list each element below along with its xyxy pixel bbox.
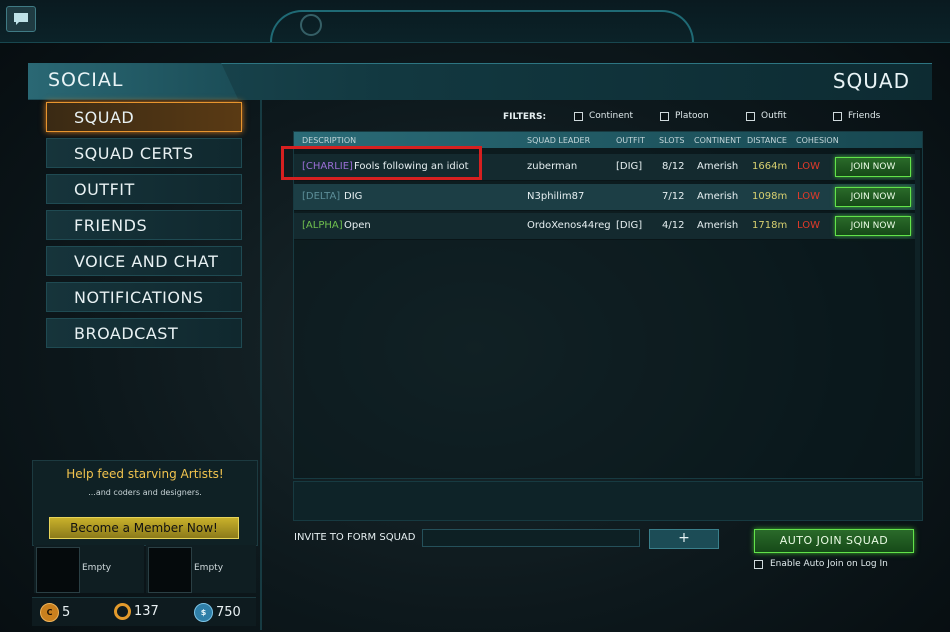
top-frame-decoration bbox=[270, 10, 694, 42]
coin-counter: 137 bbox=[114, 603, 159, 620]
ring-decoration bbox=[300, 14, 322, 36]
coin-icon bbox=[114, 603, 131, 620]
chat-icon bbox=[14, 13, 28, 25]
squad-cohesion: LOW bbox=[797, 220, 820, 231]
squad-leader: N3philim87 bbox=[527, 191, 585, 202]
squad-description: DIG bbox=[344, 191, 363, 202]
filter-label: Outfit bbox=[761, 111, 787, 121]
table-footer bbox=[293, 481, 923, 521]
filter-label: Platoon bbox=[675, 111, 709, 121]
sidebar-item-squad[interactable]: SQUAD bbox=[46, 102, 242, 132]
filter-friends[interactable]: Friends bbox=[833, 111, 880, 121]
squad-description: Open bbox=[344, 220, 371, 231]
column-header[interactable]: SQUAD LEADER bbox=[527, 136, 590, 145]
squad-slots: 7/12 bbox=[662, 191, 685, 202]
chat-button[interactable] bbox=[6, 6, 36, 32]
currency-bar: C 5 137 $ 750 bbox=[32, 597, 256, 626]
filter-platoon[interactable]: Platoon bbox=[660, 111, 709, 121]
sidebar-item-squad-certs[interactable]: SQUAD CERTS bbox=[46, 138, 242, 168]
sidebar-item-broadcast[interactable]: BROADCAST bbox=[46, 318, 242, 348]
top-bar bbox=[0, 0, 950, 43]
column-header[interactable]: SLOTS bbox=[659, 136, 685, 145]
sidebar-item-voice-and-chat[interactable]: VOICE AND CHAT bbox=[46, 246, 242, 276]
certs-icon: C bbox=[40, 603, 59, 622]
cash-value: 750 bbox=[216, 605, 241, 620]
invite-label: INVITE TO FORM SQUAD bbox=[294, 532, 416, 543]
column-header[interactable]: OUTFIT bbox=[616, 136, 645, 145]
sidebar-item-notifications[interactable]: NOTIFICATIONS bbox=[46, 282, 242, 312]
annotation-highlight-box bbox=[281, 146, 482, 180]
auto-join-squad-button[interactable]: AUTO JOIN SQUAD bbox=[754, 529, 914, 553]
squad-table: DESCRIPTION SQUAD LEADER OUTFIT SLOTS CO… bbox=[293, 131, 923, 479]
sidebar-divider bbox=[260, 100, 262, 630]
checkbox[interactable] bbox=[574, 111, 583, 121]
auto-join-on-login-toggle[interactable]: Enable Auto Join on Log In bbox=[754, 559, 888, 569]
filter-label: Friends bbox=[848, 111, 881, 121]
member-promo: Help feed starving Artists! ...and coder… bbox=[32, 460, 258, 546]
become-member-button[interactable]: Become a Member Now! bbox=[49, 517, 239, 539]
sidebar-item-friends[interactable]: FRIENDS bbox=[46, 210, 242, 240]
auto-join-on-login-label: Enable Auto Join on Log In bbox=[770, 559, 888, 569]
squad-slots: 4/12 bbox=[662, 220, 685, 231]
boost-slot[interactable]: Empty bbox=[146, 545, 256, 593]
column-header[interactable]: COHESION bbox=[796, 136, 839, 145]
join-now-button[interactable]: JOIN NOW bbox=[835, 157, 911, 177]
join-now-button[interactable]: JOIN NOW bbox=[835, 216, 911, 236]
squad-outfit: [DIG] bbox=[616, 220, 643, 231]
table-row[interactable]: [ALPHA] Open OrdoXenos44reg [DIG] 4/12 A… bbox=[294, 213, 916, 240]
checkbox[interactable] bbox=[746, 111, 755, 121]
squad-outfit: [DIG] bbox=[616, 161, 643, 172]
squad-distance: 1664m bbox=[752, 161, 788, 172]
sidebar-item-outfit[interactable]: OUTFIT bbox=[46, 174, 242, 204]
slot-box bbox=[148, 547, 192, 593]
certs-value: 5 bbox=[62, 605, 71, 620]
table-scrollbar[interactable] bbox=[915, 150, 920, 476]
checkbox[interactable] bbox=[660, 111, 669, 121]
checkbox[interactable] bbox=[754, 559, 763, 569]
invite-input[interactable] bbox=[422, 529, 640, 547]
slot-box bbox=[36, 547, 80, 593]
squad-continent: Amerish bbox=[697, 220, 739, 231]
checkbox[interactable] bbox=[833, 111, 842, 121]
squad-tag: [DELTA] bbox=[302, 191, 341, 202]
squad-cohesion: LOW bbox=[797, 191, 820, 202]
squad-tag: [ALPHA] bbox=[302, 220, 343, 231]
squad-distance: 1718m bbox=[752, 220, 788, 231]
filters-label: FILTERS: bbox=[503, 112, 547, 122]
filter-outfit[interactable]: Outfit bbox=[746, 111, 787, 121]
cash-counter: $ 750 bbox=[194, 603, 241, 622]
page-title: SQUAD bbox=[832, 69, 910, 93]
slot-label: Empty bbox=[194, 563, 224, 573]
invite-add-button[interactable]: + bbox=[649, 529, 719, 549]
squad-leader: zuberman bbox=[527, 161, 578, 172]
squad-distance: 1098m bbox=[752, 191, 788, 202]
certs-counter: C 5 bbox=[40, 603, 70, 622]
slot-label: Empty bbox=[82, 563, 112, 573]
column-header[interactable]: CONTINENT bbox=[694, 136, 741, 145]
boost-slot[interactable]: Empty bbox=[34, 545, 144, 593]
squad-continent: Amerish bbox=[697, 191, 739, 202]
squad-leader: OrdoXenos44reg bbox=[527, 220, 611, 231]
cash-icon: $ bbox=[194, 603, 213, 622]
promo-title: Help feed starving Artists! bbox=[66, 467, 224, 481]
social-title: SOCIAL bbox=[48, 69, 124, 91]
join-now-button[interactable]: JOIN NOW bbox=[835, 187, 911, 207]
squad-continent: Amerish bbox=[697, 161, 739, 172]
filter-label: Continent bbox=[589, 111, 633, 121]
column-header[interactable]: DESCRIPTION bbox=[302, 136, 356, 145]
promo-subtitle: ...and coders and designers. bbox=[88, 488, 202, 497]
table-row[interactable]: [DELTA] DIG N3philim87 7/12 Amerish 1098… bbox=[294, 184, 916, 211]
squad-cohesion: LOW bbox=[797, 161, 820, 172]
coin-value: 137 bbox=[134, 604, 159, 619]
column-header[interactable]: DISTANCE bbox=[747, 136, 787, 145]
squad-slots: 8/12 bbox=[662, 161, 685, 172]
filter-continent[interactable]: Continent bbox=[574, 111, 633, 121]
